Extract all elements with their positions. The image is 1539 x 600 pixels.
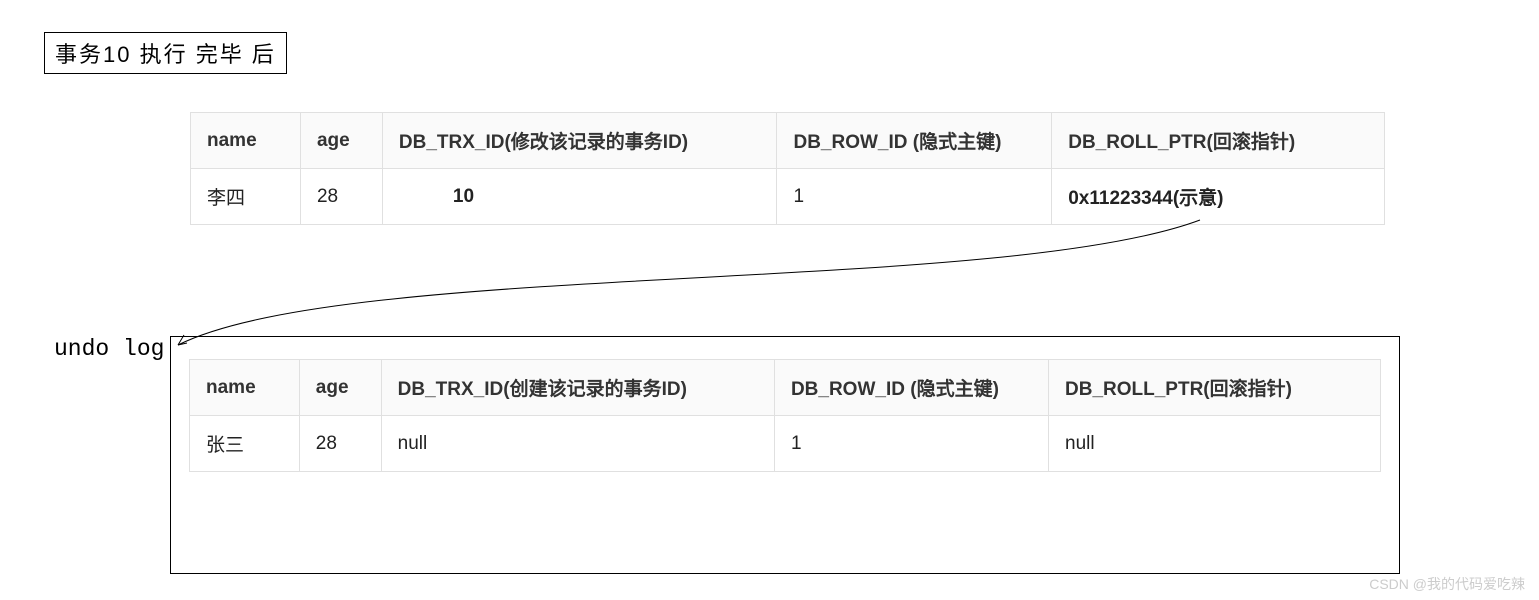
header-name: name: [190, 360, 300, 416]
diagram-title-box: 事务10 执行 完毕 后: [44, 32, 287, 74]
header-row-id: DB_ROW_ID (隐式主键): [774, 360, 1048, 416]
table-header-row: name age DB_TRX_ID(修改该记录的事务ID) DB_ROW_ID…: [191, 113, 1385, 169]
header-roll-ptr: DB_ROLL_PTR(回滚指针): [1049, 360, 1381, 416]
undo-log-box: name age DB_TRX_ID(创建该记录的事务ID) DB_ROW_ID…: [170, 336, 1400, 574]
current-record-table: name age DB_TRX_ID(修改该记录的事务ID) DB_ROW_ID…: [190, 112, 1385, 225]
cell-row-id: 1: [777, 169, 1052, 225]
header-row-id: DB_ROW_ID (隐式主键): [777, 113, 1052, 169]
cell-name: 李四: [191, 169, 301, 225]
cell-trx-id: 10: [382, 169, 777, 225]
table-header-row: name age DB_TRX_ID(创建该记录的事务ID) DB_ROW_ID…: [190, 360, 1381, 416]
diagram-title: 事务10 执行 完毕 后: [55, 42, 276, 67]
undo-log-label: undo log: [54, 336, 164, 362]
header-trx-id: DB_TRX_ID(修改该记录的事务ID): [382, 113, 777, 169]
cell-name: 张三: [190, 416, 300, 472]
undo-record-table: name age DB_TRX_ID(创建该记录的事务ID) DB_ROW_ID…: [189, 359, 1381, 472]
cell-roll-ptr: null: [1049, 416, 1381, 472]
table-row: 李四 28 10 1 0x11223344(示意): [191, 169, 1385, 225]
cell-row-id: 1: [774, 416, 1048, 472]
cell-age: 28: [300, 169, 382, 225]
table-row: 张三 28 null 1 null: [190, 416, 1381, 472]
undo-record-table-wrap: name age DB_TRX_ID(创建该记录的事务ID) DB_ROW_ID…: [189, 359, 1381, 472]
header-roll-ptr: DB_ROLL_PTR(回滚指针): [1052, 113, 1385, 169]
header-age: age: [299, 360, 381, 416]
current-record-table-wrap: name age DB_TRX_ID(修改该记录的事务ID) DB_ROW_ID…: [190, 112, 1385, 225]
watermark: CSDN @我的代码爱吃辣: [1369, 574, 1525, 594]
cell-roll-ptr: 0x11223344(示意): [1052, 169, 1385, 225]
header-trx-id: DB_TRX_ID(创建该记录的事务ID): [381, 360, 774, 416]
cell-age: 28: [299, 416, 381, 472]
header-name: name: [191, 113, 301, 169]
header-age: age: [300, 113, 382, 169]
cell-trx-id: null: [381, 416, 774, 472]
